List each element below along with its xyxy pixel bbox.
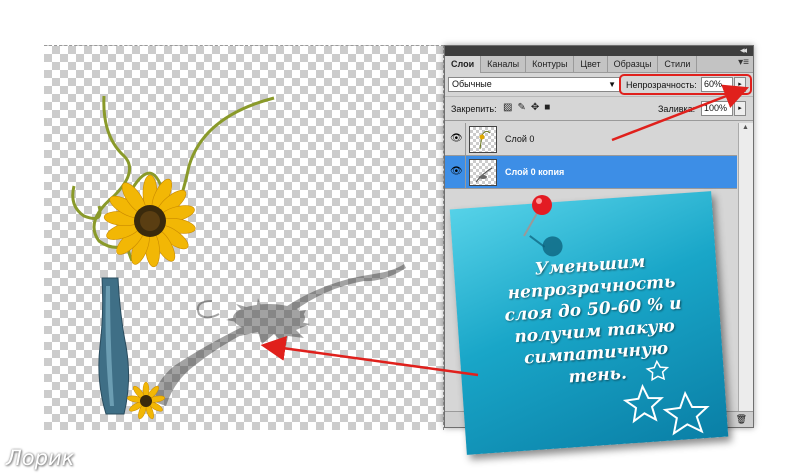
annotation-overlay [260, 84, 750, 377]
watermark: Лорик [6, 446, 75, 470]
arrow-to-shadow [260, 336, 479, 377]
pushpin-icon [523, 195, 552, 237]
arrow-to-opacity [611, 84, 750, 142]
